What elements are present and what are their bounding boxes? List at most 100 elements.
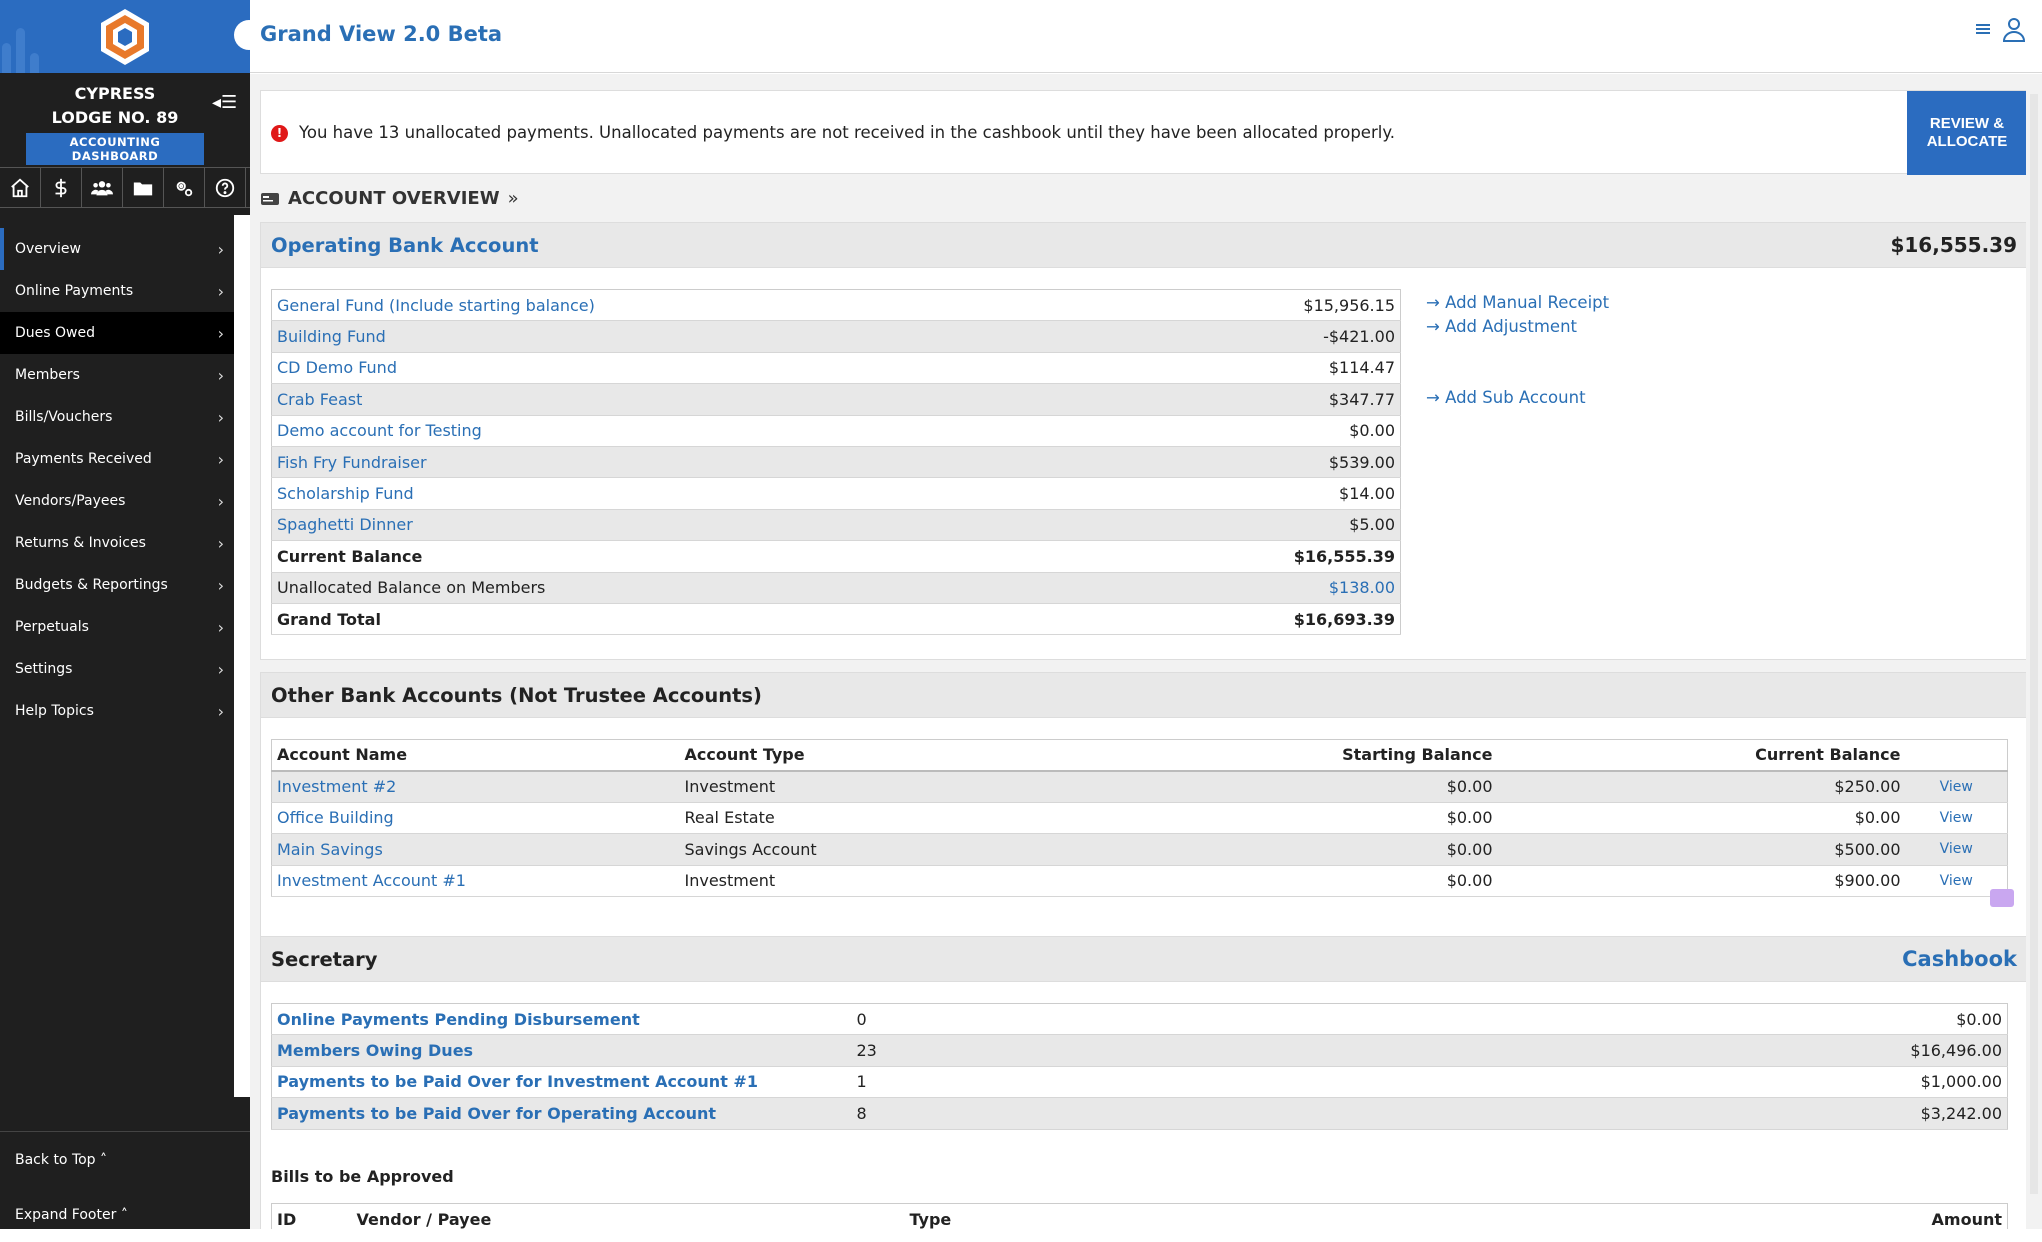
sidebar-footer: Back to Top ˄ Expand Footer ˄ — [0, 1131, 250, 1242]
home-icon[interactable] — [0, 168, 41, 208]
secretary-item-link[interactable]: Online Payments Pending Disbursement — [277, 1010, 640, 1029]
chevron-up-icon: ˄ — [100, 1151, 108, 1168]
sidebar-item-label: Online Payments — [15, 283, 134, 299]
sidebar-item-payments-received[interactable]: Payments Received › — [0, 438, 234, 480]
add-sub-account-link[interactable]: → Add Sub Account — [1426, 388, 1609, 412]
secretary-table: Online Payments Pending Disbursement 0 $0.… — [271, 1003, 2008, 1130]
sidebar-item-settings[interactable]: Settings › — [0, 648, 234, 690]
column-header[interactable]: Amount — [1335, 1204, 2008, 1230]
column-header[interactable]: Type — [905, 1204, 1335, 1230]
fund-link[interactable]: Scholarship Fund — [277, 484, 414, 503]
sidebar-item-returns-invoices[interactable]: Returns & Invoices › — [0, 522, 234, 564]
user-icon[interactable] — [2002, 16, 2026, 42]
unallocated-amount-link[interactable]: $138.00 — [1329, 578, 1395, 597]
sidebar-item-online-payments[interactable]: Online Payments › — [0, 270, 234, 312]
fund-amount: $347.77 — [1113, 383, 1401, 416]
unallocated-row: Unallocated Balance on Members $138.00 — [271, 572, 1401, 604]
fund-amount: $539.00 — [1113, 446, 1401, 479]
back-to-top-link[interactable]: Back to Top ˄ — [0, 1132, 250, 1187]
column-header[interactable]: Account Name — [271, 739, 680, 772]
alert-message: You have 13 unallocated payments. Unallo… — [299, 123, 1395, 142]
secretary-item-count: 23 — [851, 1034, 1117, 1067]
fund-amount: $114.47 — [1113, 352, 1401, 385]
chevron-right-icon: › — [217, 701, 224, 721]
cashbook-link[interactable]: Cashbook — [1902, 947, 2017, 971]
sidebar-item-budgets-reportings[interactable]: Budgets & Reportings › — [0, 564, 234, 606]
table-row: Fish Fry Fundraiser $539.00 — [271, 446, 1401, 479]
help-icon[interactable] — [205, 168, 246, 208]
sidebar-item-bills-vouchers[interactable]: Bills/Vouchers › — [0, 396, 234, 438]
table-row: Demo account for Testing $0.00 — [271, 415, 1401, 447]
add-manual-receipt-link[interactable]: → Add Manual Receipt — [1426, 293, 1609, 317]
add-manual-receipt-label: Add Manual Receipt — [1445, 293, 1610, 312]
sidebar-header — [0, 0, 250, 73]
sidebar-item-help-topics[interactable]: Help Topics › — [0, 690, 234, 732]
secretary-item-amount: $3,242.00 — [1116, 1097, 2008, 1130]
alert-icon: ! — [271, 125, 288, 142]
lodge-name-line2: LODGE NO. 89 — [51, 108, 179, 127]
sidebar-item-members[interactable]: Members › — [0, 354, 234, 396]
collapse-sidebar-icon[interactable]: ◂☰ — [212, 92, 237, 113]
view-link[interactable]: View — [1940, 873, 1973, 889]
column-header[interactable]: ID — [272, 1204, 352, 1230]
column-header[interactable]: Vendor / Payee — [352, 1204, 905, 1230]
secretary-item-amount: $0.00 — [1116, 1003, 2008, 1036]
sidebar-item-overview[interactable]: Overview › — [0, 228, 234, 270]
account-type: Savings Account — [679, 833, 1040, 866]
view-link[interactable]: View — [1940, 810, 1973, 826]
fund-link[interactable]: Building Fund — [277, 327, 386, 346]
account-link[interactable]: Main Savings — [277, 840, 383, 859]
chevron-right-icon: › — [217, 533, 224, 553]
fund-link[interactable]: Crab Feast — [277, 390, 362, 409]
fund-link[interactable]: Demo account for Testing — [277, 421, 482, 440]
arrow-right-icon: → — [1426, 293, 1440, 312]
sidebar-item-dues-owed[interactable]: Dues Owed › — [0, 312, 234, 354]
secretary-item-link[interactable]: Payments to be Paid Over for Operating A… — [277, 1104, 716, 1123]
sidebar-item-perpetuals[interactable]: Perpetuals › — [0, 606, 234, 648]
account-link[interactable]: Office Building — [277, 808, 394, 827]
app-title: Grand View 2.0 Beta — [260, 22, 503, 46]
members-icon[interactable] — [82, 168, 123, 208]
sidebar-item-label: Settings — [15, 661, 73, 677]
app-logo-icon[interactable] — [97, 7, 153, 67]
chat-widget-icon[interactable] — [1990, 889, 2014, 907]
sidebar-item-label: Bills/Vouchers — [15, 409, 113, 425]
view-link[interactable]: View — [1940, 841, 1973, 857]
double-chevron-right-icon: » — [507, 188, 519, 209]
page-scrollbar[interactable] — [2026, 74, 2042, 1229]
fund-link[interactable]: CD Demo Fund — [277, 358, 397, 377]
column-header[interactable]: Current Balance — [1497, 739, 1906, 772]
chevron-right-icon: › — [217, 239, 224, 259]
chevron-right-icon: › — [217, 659, 224, 679]
funds-table: General Fund (Include starting balance) $… — [271, 289, 1401, 636]
add-adjustment-link[interactable]: → Add Adjustment — [1426, 317, 1609, 341]
column-header[interactable]: Account Type — [679, 739, 1040, 772]
secretary-item-link[interactable]: Payments to be Paid Over for Investment … — [277, 1072, 758, 1091]
sidebar-scrollbar[interactable] — [234, 215, 250, 1097]
expand-footer-link[interactable]: Expand Footer ˄ — [0, 1187, 250, 1242]
scrollbar-thumb[interactable] — [2030, 94, 2038, 1194]
settings-icon[interactable] — [164, 168, 205, 208]
table-row: Payments to be Paid Over for Investment … — [271, 1066, 2008, 1099]
folder-icon[interactable] — [123, 168, 164, 208]
account-overview-heading[interactable]: ACCOUNT OVERVIEW » — [260, 188, 519, 209]
sidebar-item-vendors-payees[interactable]: Vendors/Payees › — [0, 480, 234, 522]
secretary-item-count: 0 — [851, 1003, 1117, 1036]
view-link[interactable]: View — [1940, 779, 1973, 795]
operating-account-total: $16,555.39 — [1890, 233, 2017, 257]
fund-link[interactable]: General Fund (Include starting balance) — [277, 296, 595, 315]
column-header[interactable]: Starting Balance — [1039, 739, 1498, 772]
sidebar: CYPRESS LODGE NO. 89 ACCOUNTING DASHBOAR… — [0, 0, 250, 1229]
other-accounts-table: Account Name Account Type Starting Balan… — [271, 739, 2008, 897]
operating-account-title[interactable]: Operating Bank Account — [271, 234, 539, 257]
menu-icon[interactable] — [1974, 21, 1992, 37]
fund-link[interactable]: Fish Fry Fundraiser — [277, 453, 427, 472]
dollar-icon[interactable] — [41, 168, 82, 208]
account-link[interactable]: Investment #2 — [277, 777, 396, 796]
secretary-item-link[interactable]: Members Owing Dues — [277, 1041, 473, 1060]
review-allocate-button[interactable]: REVIEW & ALLOCATE — [1907, 91, 2027, 175]
sidebar-item-label: Members — [15, 367, 80, 383]
fund-link[interactable]: Spaghetti Dinner — [277, 515, 413, 534]
account-link[interactable]: Investment Account #1 — [277, 871, 466, 890]
table-row: Crab Feast $347.77 — [271, 383, 1401, 416]
